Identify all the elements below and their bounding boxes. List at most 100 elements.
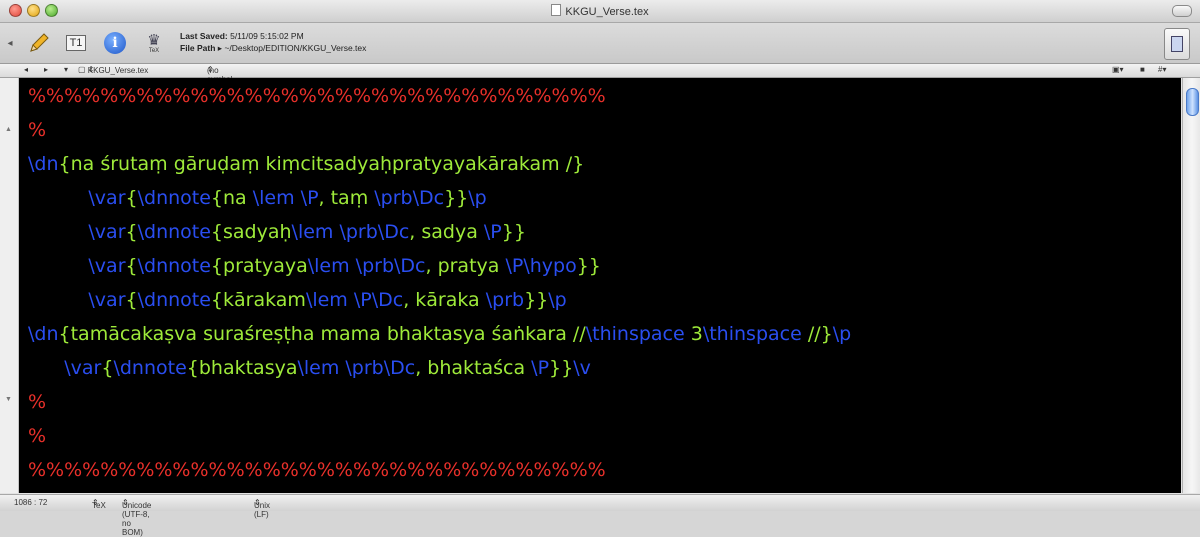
text-token: , bhaktaśca xyxy=(415,357,532,379)
file-popup-label: KKGU_Verse.tex xyxy=(87,66,149,75)
file-path-value[interactable]: ~/Desktop/EDITION/KKGU_Verse.tex xyxy=(224,43,366,53)
chevron-left-icon[interactable]: ◂ xyxy=(4,29,16,57)
command-token: \prb\Dc xyxy=(374,187,445,209)
counterpart-icon[interactable]: ■ xyxy=(1140,65,1145,74)
document-icon xyxy=(551,4,562,16)
cursor-position: 1086 : 72 xyxy=(14,498,48,507)
fold-marker-icon[interactable]: ▼ xyxy=(5,396,12,403)
text-token: {kārakam xyxy=(210,289,306,311)
text-token: }} xyxy=(501,221,526,243)
line-endings-label: Unix (LF) xyxy=(254,501,271,519)
vertical-scrollbar[interactable] xyxy=(1182,78,1200,493)
code-line[interactable]: %%%%%%%%%%%%%%%%%%%%%%%%%%%%%%%% xyxy=(28,79,606,113)
forward-arrow-icon[interactable]: ▸ xyxy=(44,65,48,74)
code-line[interactable]: %%%%%%%%%%%%%%%%%%%%%%%%%%%%%%%% xyxy=(28,453,606,487)
text-format-icon: T1 xyxy=(65,35,87,51)
text-token: }} xyxy=(444,187,469,209)
command-token: \p xyxy=(468,187,487,209)
file-menu-icon[interactable]: ▾ xyxy=(64,65,68,74)
code-line[interactable]: \dn{na śrutaṃ gāruḍaṃ kiṃcitsadyaḥpratya… xyxy=(28,147,584,181)
settings-menu-icon[interactable]: #▾ xyxy=(1158,65,1166,74)
code-line[interactable]: \var{\dnnote{bhaktasya\lem \prb\Dc, bhak… xyxy=(28,351,591,385)
edit-pencil-button[interactable] xyxy=(24,29,54,57)
code-line[interactable]: \var{\dnnote{na \lem \P, taṃ \prb\Dc}}\p xyxy=(28,181,487,215)
command-token: \lem \prb\Dc xyxy=(291,221,410,243)
window-title: KKGU_Verse.tex xyxy=(0,4,1200,18)
line-gutter: ▲ ▼ xyxy=(0,78,19,493)
comment-token: % xyxy=(28,391,47,413)
split-view-icon xyxy=(1171,36,1183,52)
encoding-label: Unicode (UTF-8, no BOM) xyxy=(122,501,152,537)
text-token: }} xyxy=(524,289,549,311)
text-token: }} xyxy=(549,357,574,379)
comment-token: %%%%%%%%%%%%%%%%%%%%%%%%%%%%%%%% xyxy=(28,459,606,481)
command-token: \dnnote xyxy=(137,289,211,311)
text-token: { xyxy=(125,221,138,243)
markup-menu-icon[interactable]: ▣▾ xyxy=(1112,65,1124,74)
text-token: , kāraka xyxy=(403,289,486,311)
editor-window: KKGU_Verse.tex ◂ T1 i ♛ TeX Last Saved: 5… xyxy=(0,0,1200,537)
code-line[interactable]: % xyxy=(28,385,46,419)
command-token: \thinspace xyxy=(585,323,691,345)
command-token: \lem \P xyxy=(252,187,319,209)
split-view-button[interactable] xyxy=(1164,28,1190,60)
typeset-label: TeX xyxy=(148,47,160,54)
typeset-button[interactable]: ♛ TeX xyxy=(140,29,168,57)
text-token: {tamācakaṣva suraśreṣṭha mama bhaktasya … xyxy=(58,323,586,345)
code-line[interactable]: \var{\dnnote{pratyaya\lem \prb\Dc, praty… xyxy=(28,249,601,283)
code-line[interactable]: \var{\dnnote{kārakam\lem \P\Dc, kāraka \… xyxy=(28,283,567,317)
command-token: \dnnote xyxy=(137,255,211,277)
command-token: \dnnote xyxy=(137,187,211,209)
command-token: \var xyxy=(64,357,102,379)
fold-marker-icon[interactable]: ▲ xyxy=(5,126,12,133)
text-token: , taṃ xyxy=(318,187,375,209)
command-token: \var xyxy=(88,255,126,277)
code-line[interactable]: \var{\dnnote{sadyaḥ\lem \prb\Dc, sadya \… xyxy=(28,215,526,249)
text-token: {na śrutaṃ gāruḍaṃ kiṃcitsadyaḥpratyayak… xyxy=(58,153,585,175)
back-arrow-icon[interactable]: ◂ xyxy=(24,65,28,74)
scrollbar-thumb[interactable] xyxy=(1186,88,1199,116)
status-bar: 1086 : 72 TeX ⇕ Unicode (UTF-8, no BOM) … xyxy=(0,494,1200,537)
mode-label: TeX xyxy=(92,501,106,510)
text-token: }} xyxy=(576,255,601,277)
text-token: {na xyxy=(210,187,253,209)
text-token: //} xyxy=(807,323,833,345)
comment-token: % xyxy=(28,119,47,141)
toolbar-toggle-button[interactable] xyxy=(1172,5,1192,17)
command-token: \lem \P\Dc xyxy=(305,289,404,311)
code-line[interactable]: % xyxy=(28,419,46,453)
code-line[interactable]: \dn{tamācakaṣva suraśreṣṭha mama bhaktas… xyxy=(28,317,851,351)
command-token: \P xyxy=(531,357,550,379)
typeset-icon: ♛ xyxy=(147,31,161,49)
command-token: \var xyxy=(88,187,126,209)
code-editor[interactable]: %%%%%%%%%%%%%%%%%%%%%%%%%%%%%%%%% \dn{na … xyxy=(19,78,1181,493)
last-saved-label: Last Saved: xyxy=(180,31,228,41)
text-token: , sadya xyxy=(409,221,484,243)
code-line[interactable]: % xyxy=(28,113,46,147)
text-token: { xyxy=(125,187,138,209)
file-popup[interactable]: ▢ KKGU_Verse.tex ⇕ xyxy=(78,65,148,75)
text-format-button[interactable]: T1 xyxy=(62,29,90,57)
symbol-popup[interactable]: (no symbol selected) ⇕ xyxy=(207,65,239,93)
command-token: \P\hypo xyxy=(505,255,577,277)
line-endings-popup[interactable]: Unix (LF) ⇕ xyxy=(254,498,270,519)
mode-popup[interactable]: TeX ⇕ xyxy=(92,498,106,510)
pencil-icon xyxy=(30,33,49,52)
text-token: {sadyaḥ xyxy=(210,221,292,243)
encoding-popup[interactable]: Unicode (UTF-8, no BOM) ⇕ xyxy=(122,498,151,537)
toolbar: ◂ T1 i ♛ TeX Last Saved: 5/11/09 5:15:02 … xyxy=(0,23,1200,64)
text-token: { xyxy=(125,289,138,311)
info-button[interactable]: i xyxy=(100,29,130,57)
command-token: \p xyxy=(548,289,567,311)
text-token: , pratya xyxy=(425,255,506,277)
navigation-bar: ◂ ▸ ▾ ▢ KKGU_Verse.tex ⇕ (no symbol sele… xyxy=(0,64,1200,93)
text-token: { xyxy=(101,357,114,379)
title-bar: KKGU_Verse.tex xyxy=(0,0,1200,23)
file-path-label: File Path xyxy=(180,43,216,53)
command-token: \v xyxy=(573,357,591,379)
command-token: \dnnote xyxy=(137,221,211,243)
